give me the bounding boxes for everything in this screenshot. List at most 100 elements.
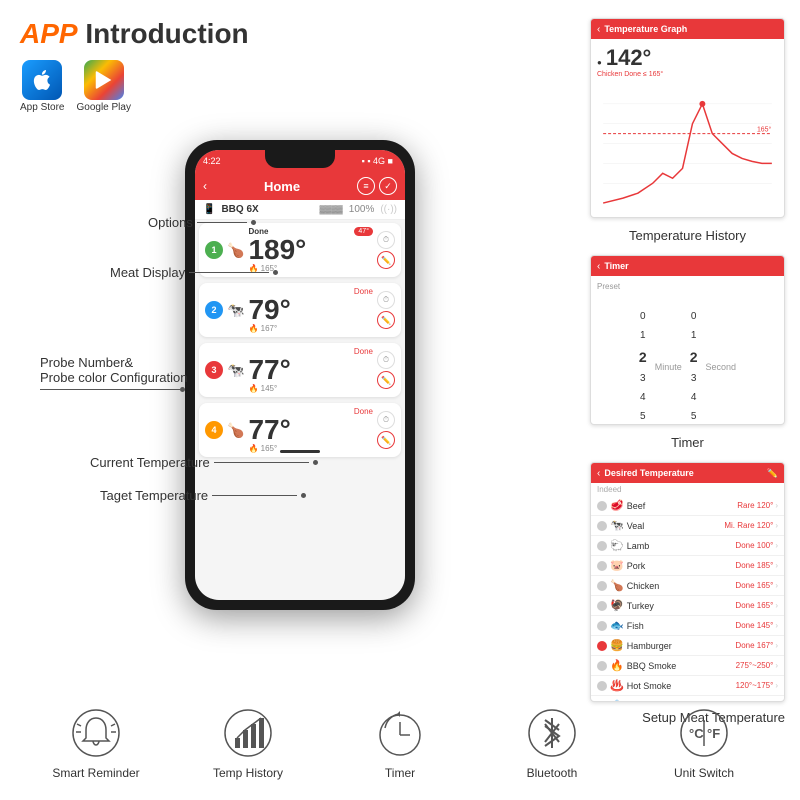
temp-history-feature-label: Temp History <box>213 766 283 780</box>
svg-text:°F: °F <box>707 726 720 741</box>
desired-cold[interactable]: ❄️ Cold Smoke 65°~85° › <box>591 696 784 702</box>
feature-bluetooth[interactable]: Bluetooth <box>507 705 597 780</box>
annotation-options-label: Options <box>148 215 193 230</box>
feature-timer[interactable]: Timer <box>355 705 445 780</box>
probe-timer-btn-3[interactable]: ⏱ <box>377 351 395 369</box>
desired-hot-icon: ♨️ <box>610 679 624 692</box>
desired-cold-arrow: › <box>775 701 778 702</box>
desired-lamb-arrow: › <box>775 541 778 550</box>
desired-pork-name: Pork <box>627 561 736 571</box>
desired-fish[interactable]: 🐟 Fish Done 145° › <box>591 616 784 636</box>
desired-hot-check <box>597 681 607 691</box>
probe-target-3: 🔥 145° <box>248 384 373 393</box>
desired-veal-icon: 🐄 <box>610 519 624 532</box>
timer-feature-label: Timer <box>385 766 415 780</box>
app-store-label: App Store <box>20 102 64 113</box>
desired-fish-arrow: › <box>775 621 778 630</box>
desired-bbq-arrow: › <box>775 661 778 670</box>
desired-cold-temp: 65°~85° <box>744 701 773 702</box>
status-time: 4:22 <box>203 156 221 166</box>
desired-beef-arrow: › <box>775 501 778 510</box>
desired-beef[interactable]: 🥩 Beef Rare 120° › <box>591 496 784 516</box>
desired-lamb-check <box>597 541 607 551</box>
store-badges: App Store Google Play <box>20 60 131 113</box>
probe-edit-btn-1[interactable]: ✏️ <box>377 251 395 269</box>
google-play-icon <box>84 60 124 100</box>
timer-feature-icon <box>373 705 428 760</box>
probe-line <box>40 389 180 390</box>
probe-meat-icon-3: 🐄 <box>227 362 244 379</box>
probe-temp-4: 77° <box>248 416 373 444</box>
desired-bbq[interactable]: 🔥 BBQ Smoke 275°~250° › <box>591 656 784 676</box>
svg-text:°C: °C <box>689 726 704 741</box>
desired-hot-temp: 120°~175° <box>736 681 774 690</box>
desired-turkey[interactable]: 🦃 Turkey Done 165° › <box>591 596 784 616</box>
timer-header: ‹ Timer <box>591 256 784 276</box>
timer-second-label: Second <box>706 362 737 372</box>
desired-pork-arrow: › <box>775 561 778 570</box>
feature-smart-reminder[interactable]: Smart Reminder <box>51 705 141 780</box>
timer-sec-2: 2 <box>690 349 698 365</box>
menu-icon[interactable]: ≡ <box>357 177 375 195</box>
feature-unit-switch[interactable]: °C °F Unit Switch <box>659 705 749 780</box>
settings-icon[interactable]: ✓ <box>379 177 397 195</box>
desired-subtitle: Indeed <box>591 483 784 496</box>
probe-edit-btn-2[interactable]: ✏️ <box>377 311 395 329</box>
page-title: APP Introduction <box>20 18 249 50</box>
probe-card-3: 3 🐄 Done 77° 🔥 145° ⏱ ✏️ <box>199 343 401 397</box>
probe-edit-btn-3[interactable]: ✏️ <box>377 371 395 389</box>
desired-veal[interactable]: 🐄 Veal Mi. Rare 120° › <box>591 516 784 536</box>
desired-turkey-check <box>597 601 607 611</box>
desired-hot[interactable]: ♨️ Hot Smoke 120°~175° › <box>591 676 784 696</box>
desired-bbq-name: BBQ Smoke <box>627 661 736 671</box>
desired-hot-name: Hot Smoke <box>627 681 736 691</box>
bluetooth-icon <box>525 705 580 760</box>
desired-hamburger-temp: Done 167° <box>735 641 773 650</box>
probe-timer-btn-1[interactable]: ⏱ <box>377 231 395 249</box>
annotation-target-temp: Taget Temperature <box>100 488 306 503</box>
desired-chicken-arrow: › <box>775 581 778 590</box>
probe-edit-btn-4[interactable]: ✏️ <box>377 431 395 449</box>
desired-lamb-icon: 🐑 <box>610 539 624 552</box>
probe-timer-btn-2[interactable]: ⏱ <box>377 291 395 309</box>
probe-timer-btn-4[interactable]: ⏱ <box>377 411 395 429</box>
app-store-badge[interactable]: App Store <box>20 60 64 113</box>
meat-line <box>189 272 269 273</box>
home-indicator <box>280 450 320 453</box>
desired-pork[interactable]: 🐷 Pork Done 185° › <box>591 556 784 576</box>
temp-graph-panel: ‹ Temperature Graph ● 142° Chicken Done … <box>590 18 785 218</box>
annotation-meat-label: Meat Display <box>110 265 185 280</box>
probe-meat-icon-2: 🐄 <box>227 302 244 319</box>
feature-temp-history[interactable]: Temp History <box>203 705 293 780</box>
desired-beef-temp: Rare 120° <box>737 501 773 510</box>
desired-hamburger-name: Hamburger <box>627 641 736 651</box>
timer-sec-0: 0 <box>691 311 697 322</box>
bell-icon <box>71 708 121 758</box>
temp-subtitle: Chicken Done ≤ 165° <box>597 71 778 78</box>
temp-current-value: 142° <box>606 45 652 71</box>
options-dot <box>251 220 256 225</box>
timer-label: Timer <box>590 433 785 454</box>
graph-area: 165° <box>597 84 778 213</box>
annotation-options: Options <box>148 215 256 230</box>
desired-fish-temp: Done 145° <box>735 621 773 630</box>
desired-veal-name: Veal <box>627 521 725 531</box>
header: APP Introduction <box>20 18 249 50</box>
temp-graph-content: ● 142° Chicken Done ≤ 165° 165° <box>591 39 784 218</box>
probe-number-1: 1 <box>205 241 223 259</box>
desired-pork-temp: Done 185° <box>735 561 773 570</box>
annotation-current-temp: Current Temperature <box>90 455 318 470</box>
probe-meat-icon-1: 🍗 <box>227 242 244 259</box>
desired-hamburger[interactable]: 🍔 Hamburger Done 167° › <box>591 636 784 656</box>
desired-lamb[interactable]: 🐑 Lamb Done 100° › <box>591 536 784 556</box>
desired-turkey-icon: 🦃 <box>610 599 624 612</box>
timer-seconds-col: 0 1 2 3 4 5 <box>690 311 698 422</box>
google-play-badge[interactable]: Google Play <box>76 60 130 113</box>
desired-title: Desired Temperature <box>604 468 693 478</box>
timer-minutes-col: 0 1 2 3 4 5 <box>639 311 647 422</box>
desired-chicken[interactable]: 🍗 Chicken Done 165° › <box>591 576 784 596</box>
back-icon: ‹ <box>203 179 207 193</box>
temp-graph-svg: 165° <box>597 84 778 213</box>
desired-fish-icon: 🐟 <box>610 619 624 632</box>
timer-min-3: 3 <box>640 373 646 384</box>
